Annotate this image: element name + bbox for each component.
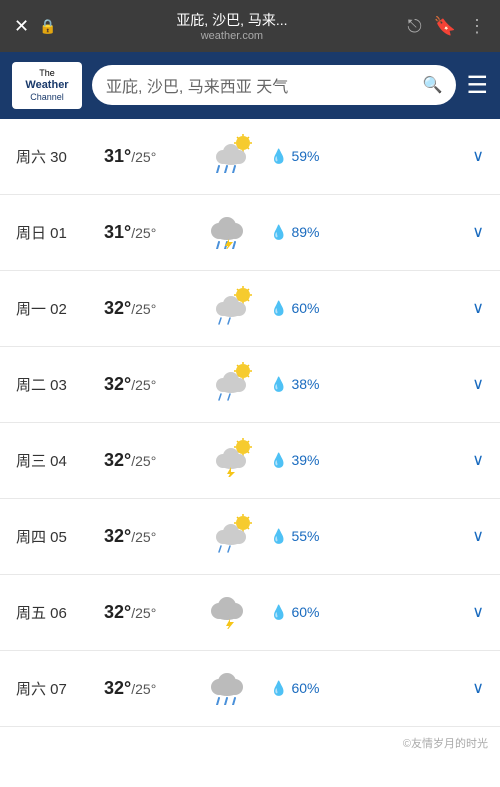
temp-low: /25° <box>131 605 156 621</box>
domain-label: weather.com <box>201 30 263 42</box>
precip-value: 89% <box>291 224 319 240</box>
expand-chevron[interactable]: ∨ <box>472 602 484 622</box>
expand-chevron[interactable]: ∨ <box>472 526 484 546</box>
expand-chevron[interactable]: ∨ <box>472 298 484 318</box>
precipitation: 💧 38% <box>270 376 330 393</box>
temp-low: /25° <box>131 301 156 317</box>
temp-low: /25° <box>131 225 156 241</box>
search-bar[interactable]: 亚庇, 沙巴, 马来西亚 天气 🔍 <box>92 65 456 105</box>
weather-icon <box>202 209 262 256</box>
temp-range: 31°/25° <box>104 146 194 167</box>
weather-row: 周三 04 32°/25° 💧 39% ∨ <box>0 423 500 499</box>
precipitation: 💧 60% <box>270 680 330 697</box>
day-label: 周五 06 <box>16 602 96 623</box>
temp-range: 31°/25° <box>104 222 194 243</box>
precip-value: 39% <box>291 452 319 468</box>
weather-icon <box>202 437 262 484</box>
precip-value: 60% <box>291 680 319 696</box>
precip-value: 38% <box>291 376 319 392</box>
weather-row: 周日 01 31°/25° 💧 89% ∨ <box>0 195 500 271</box>
temp-low: /25° <box>131 149 156 165</box>
temp-range: 32°/25° <box>104 602 194 623</box>
temp-high: 32° <box>104 678 131 698</box>
weather-icon <box>202 589 262 636</box>
temp-range: 32°/25° <box>104 526 194 547</box>
weather-row: 周六 07 32°/25° 💧 60% ∨ <box>0 651 500 727</box>
more-icon[interactable]: ⋮ <box>468 16 486 37</box>
search-text: 亚庇, 沙巴, 马来西亚 天气 <box>106 73 288 97</box>
temp-low: /25° <box>131 377 156 393</box>
expand-chevron[interactable]: ∨ <box>472 678 484 698</box>
weather-row: 周五 06 32°/25° 💧 60% ∨ <box>0 575 500 651</box>
rain-drop-icon: 💧 <box>270 148 287 165</box>
browser-actions: ⎋ 🔖 ⋮ <box>407 16 486 37</box>
rain-drop-icon: 💧 <box>270 604 287 621</box>
precipitation: 💧 39% <box>270 452 330 469</box>
rain-drop-icon: 💧 <box>270 224 287 241</box>
weather-row: 周二 03 32°/25° 💧 38% ∨ <box>0 347 500 423</box>
temp-range: 32°/25° <box>104 678 194 699</box>
search-icon[interactable]: 🔍 <box>423 75 443 95</box>
lock-icon: 🔒 <box>39 18 56 35</box>
temp-low: /25° <box>131 681 156 697</box>
precipitation: 💧 60% <box>270 300 330 317</box>
watermark: ©友情岁月的时光 <box>0 727 500 759</box>
precip-value: 55% <box>291 528 319 544</box>
day-label: 周日 01 <box>16 222 96 243</box>
rain-drop-icon: 💧 <box>270 452 287 469</box>
site-header: The Weather Channel 亚庇, 沙巴, 马来西亚 天气 🔍 ☰ <box>0 52 500 119</box>
close-button[interactable]: ✕ <box>14 16 29 37</box>
url-area: 亚庇, 沙巴, 马来... weather.com <box>67 10 398 42</box>
precipitation: 💧 60% <box>270 604 330 621</box>
share-icon[interactable]: ⎋ <box>407 16 421 37</box>
precipitation: 💧 89% <box>270 224 330 241</box>
temp-range: 32°/25° <box>104 450 194 471</box>
expand-chevron[interactable]: ∨ <box>472 374 484 394</box>
day-label: 周一 02 <box>16 298 96 319</box>
temp-low: /25° <box>131 529 156 545</box>
rain-drop-icon: 💧 <box>270 680 287 697</box>
temp-high: 32° <box>104 526 131 546</box>
temp-high: 32° <box>104 602 131 622</box>
weather-icon <box>202 285 262 332</box>
precip-value: 60% <box>291 300 319 316</box>
day-label: 周六 30 <box>16 146 96 167</box>
day-label: 周六 07 <box>16 678 96 699</box>
weather-icon <box>202 361 262 408</box>
twc-logo: The Weather Channel <box>12 62 82 109</box>
weather-row: 周六 30 31°/25° 💧 59% ∨ <box>0 119 500 195</box>
rain-drop-icon: 💧 <box>270 300 287 317</box>
precip-value: 59% <box>291 148 319 164</box>
temp-high: 32° <box>104 450 131 470</box>
temp-high: 31° <box>104 222 131 242</box>
day-label: 周三 04 <box>16 450 96 471</box>
precip-value: 60% <box>291 604 319 620</box>
rain-drop-icon: 💧 <box>270 376 287 393</box>
temp-high: 32° <box>104 374 131 394</box>
expand-chevron[interactable]: ∨ <box>472 222 484 242</box>
temp-range: 32°/25° <box>104 374 194 395</box>
weather-icon <box>202 133 262 180</box>
bookmark-icon[interactable]: 🔖 <box>434 16 456 37</box>
page-title: 亚庇, 沙巴, 马来... <box>176 10 287 30</box>
temp-low: /25° <box>131 453 156 469</box>
weather-icon <box>202 513 262 560</box>
expand-chevron[interactable]: ∨ <box>472 146 484 166</box>
weather-icon <box>202 665 262 712</box>
temp-high: 31° <box>104 146 131 166</box>
temp-range: 32°/25° <box>104 298 194 319</box>
precipitation: 💧 55% <box>270 528 330 545</box>
rain-drop-icon: 💧 <box>270 528 287 545</box>
temp-high: 32° <box>104 298 131 318</box>
browser-chrome: ✕ 🔒 亚庇, 沙巴, 马来... weather.com ⎋ 🔖 ⋮ <box>0 0 500 52</box>
day-label: 周二 03 <box>16 374 96 395</box>
forecast-list: 周六 30 31°/25° 💧 59% ∨ 周日 01 31°/25° <box>0 119 500 727</box>
weather-row: 周四 05 32°/25° 💧 55% ∨ <box>0 499 500 575</box>
day-label: 周四 05 <box>16 526 96 547</box>
precipitation: 💧 59% <box>270 148 330 165</box>
hamburger-menu[interactable]: ☰ <box>466 71 488 100</box>
expand-chevron[interactable]: ∨ <box>472 450 484 470</box>
weather-row: 周一 02 32°/25° 💧 60% ∨ <box>0 271 500 347</box>
